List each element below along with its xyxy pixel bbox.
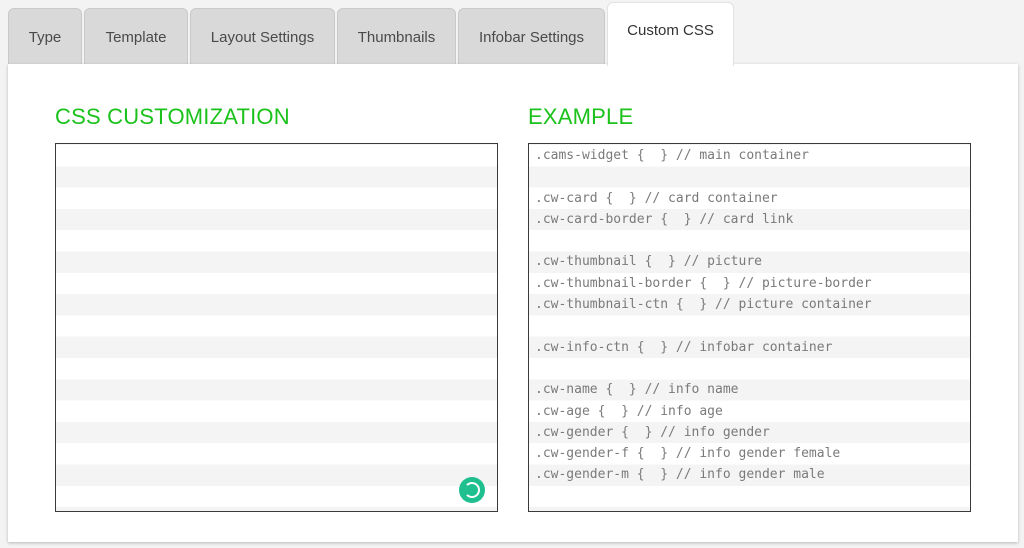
tab-layout-settings[interactable]: Layout Settings <box>190 8 335 66</box>
code-line: .cw-thumbnail-border { } // picture-bord… <box>535 275 872 291</box>
example-code-lines: .cams-widget { } // main container .cw-c… <box>529 145 970 486</box>
tab-label: Template <box>105 29 167 46</box>
tab-infobar-settings[interactable]: Infobar Settings <box>458 8 605 66</box>
code-line: .cw-name { } // info name <box>535 382 739 398</box>
code-line: .cw-gender-m { } // info gender male <box>535 467 825 483</box>
css-editor[interactable] <box>55 143 498 512</box>
code-line: .cw-thumbnail-ctn { } // picture contain… <box>535 297 872 313</box>
code-line: .cw-age { } // info age <box>535 403 723 419</box>
example-title: EXAMPLE <box>528 104 634 129</box>
tab-label: Type <box>28 29 62 46</box>
tab-label: Custom CSS <box>627 22 714 39</box>
tab-thumbnails[interactable]: Thumbnails <box>337 8 456 66</box>
code-line: .cw-info-ctn { } // infobar container <box>535 339 833 355</box>
tab-label: Layout Settings <box>210 29 315 46</box>
code-line: .cw-thumbnail { } // picture <box>535 254 762 270</box>
code-line: .cw-card { } // card container <box>535 190 778 206</box>
tab-template[interactable]: Template <box>84 8 188 66</box>
tab-label: Infobar Settings <box>478 29 585 46</box>
loading-spinner-icon <box>459 477 485 503</box>
tab-label: Thumbnails <box>357 29 436 46</box>
code-line: .cw-card-border { } // card link <box>535 211 794 227</box>
code-line: .cams-widget { } // main container <box>535 148 809 163</box>
tab-custom-css[interactable]: Custom CSS <box>607 2 734 66</box>
tab-type[interactable]: Type <box>8 8 82 66</box>
example-code-box: .cams-widget { } // main container .cw-c… <box>528 143 971 512</box>
code-line: .cw-gender { } // info gender <box>535 424 770 440</box>
code-line: .cw-gender-f { } // info gender female <box>535 446 841 462</box>
css-customization-title: CSS CUSTOMIZATION <box>55 104 290 129</box>
